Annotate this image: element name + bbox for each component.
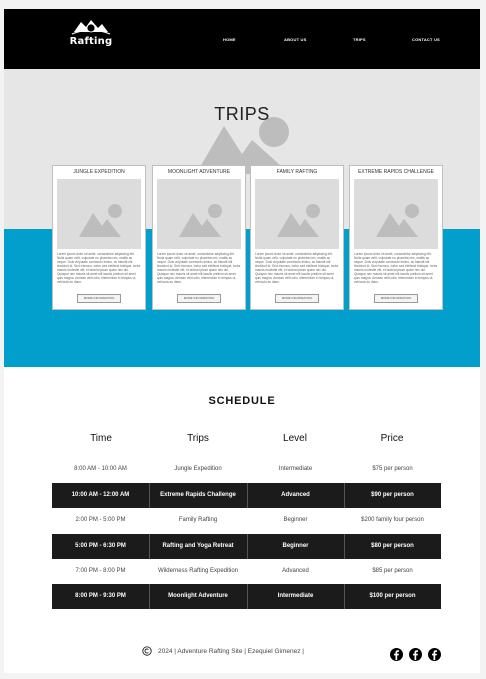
column-header-trips: Trips xyxy=(187,433,209,444)
image-placeholder-icon xyxy=(179,204,222,237)
column-header-time: Time xyxy=(90,433,112,444)
trip-card-description: Lorem ipsum dolor sit amet, consectetur … xyxy=(255,252,339,284)
logo-text: Rafting xyxy=(69,36,113,47)
footer-text: 2024 | Adventure Rafting Site | Ezequiel… xyxy=(158,648,304,655)
cell-level: Beginner xyxy=(282,543,309,549)
trip-card-description: Lorem ipsum dolor sit amet, consectetur … xyxy=(57,252,141,284)
nav-link-about-us[interactable]: ABOUT US xyxy=(284,37,307,42)
copyright-icon xyxy=(142,646,152,656)
image-placeholder-icon xyxy=(277,204,320,237)
trip-card: EXTREME RAPIDS CHALLENGE Lorem ipsum dol… xyxy=(349,165,443,310)
image-placeholder-icon xyxy=(376,204,419,237)
more-information-button[interactable]: MORE INFORMATION xyxy=(77,294,121,303)
cell-price: $200 family four person xyxy=(361,517,424,523)
trip-card-image xyxy=(255,179,339,249)
trip-card-description: Lorem ipsum dolor sit amet, consectetur … xyxy=(157,252,241,284)
cell-price: $80 per person xyxy=(371,543,414,549)
trip-card: MOONLIGHT ADVENTURE Lorem ipsum dolor si… xyxy=(152,165,246,310)
trip-card-title: EXTREME RAPIDS CHALLENGE xyxy=(358,169,434,175)
facebook-icon[interactable] xyxy=(390,648,403,661)
cell-price: $85 per person xyxy=(372,568,413,574)
navbar: Rafting HOME ABOUT US TRIPS CONTACT US xyxy=(4,9,480,69)
table-row: 2:00 PM - 5:00 PM Family Rafting Beginne… xyxy=(52,508,441,533)
cell-time: 5:00 PM - 6:30 PM xyxy=(75,543,126,549)
nav-link-home[interactable]: HOME xyxy=(223,37,236,42)
cell-level: Intermediate xyxy=(278,466,313,472)
nav-link-contact-us[interactable]: CONTACT US xyxy=(412,37,440,42)
facebook-icon[interactable] xyxy=(428,648,441,661)
cell-time: 10:00 AM - 12:00 AM xyxy=(71,492,130,498)
table-row: 10:00 AM - 12:00 AM Extreme Rapids Chall… xyxy=(52,483,441,508)
schedule-title: SCHEDULE xyxy=(208,395,276,407)
facebook-icon[interactable] xyxy=(409,648,422,661)
page: Rafting HOME ABOUT US TRIPS CONTACT US T… xyxy=(4,9,480,673)
trip-card-image xyxy=(157,179,241,249)
trip-card-image xyxy=(57,179,141,249)
nav-link-trips[interactable]: TRIPS xyxy=(353,37,366,42)
more-information-button[interactable]: MORE INFORMATION xyxy=(374,294,418,303)
cell-level: Beginner xyxy=(283,517,308,523)
cell-price: $100 per person xyxy=(369,593,416,599)
cell-trip: Jungle Expedition xyxy=(174,466,222,472)
column-header-price: Price xyxy=(380,433,404,444)
table-row: 8:00 PM - 9:30 PM Moonlight Adventure In… xyxy=(52,584,441,609)
logo[interactable]: Rafting xyxy=(68,16,114,58)
trip-card-description: Lorem ipsum dolor sit amet, consectetur … xyxy=(354,252,438,284)
cell-trip: Extreme Rapids Challenge xyxy=(160,492,236,498)
page-title: TRIPS xyxy=(214,104,270,124)
cell-trip: Rafting and Yoga Retreat xyxy=(162,543,234,549)
cell-time: 8:00 AM - 10:00 AM xyxy=(74,466,127,472)
column-header-level: Level xyxy=(283,433,307,444)
cell-time: 7:00 PM - 8:00 PM xyxy=(75,568,126,574)
cell-trip: Moonlight Adventure xyxy=(168,593,228,599)
more-information-button[interactable]: MORE INFORMATION xyxy=(275,294,319,303)
cell-price: $75 per person xyxy=(372,466,413,472)
cell-price: $90 per person xyxy=(371,492,414,498)
trip-card-title: JUNGLE EXPEDITION xyxy=(73,169,125,175)
image-placeholder-icon xyxy=(79,204,122,237)
cell-level: Intermediate xyxy=(277,593,314,599)
trip-card-title: FAMILY RAFTING xyxy=(276,169,318,175)
cell-trip: Wilderness Rafting Expedition xyxy=(157,568,239,574)
cell-time: 8:00 PM - 9:30 PM xyxy=(75,593,126,599)
table-row: 7:00 PM - 8:00 PM Wilderness Rafting Exp… xyxy=(52,559,441,584)
trip-card: JUNGLE EXPEDITION Lorem ipsum dolor sit … xyxy=(52,165,146,310)
trip-card-image xyxy=(354,179,438,249)
cell-time: 2:00 PM - 5:00 PM xyxy=(75,517,126,523)
more-information-button[interactable]: MORE INFORMATION xyxy=(177,294,221,303)
table-row: 5:00 PM - 6:30 PM Rafting and Yoga Retre… xyxy=(52,534,441,559)
cell-trip: Family Rafting xyxy=(178,517,218,523)
cell-level: Advanced xyxy=(282,568,309,574)
trip-card: FAMILY RAFTING Lorem ipsum dolor sit ame… xyxy=(250,165,344,310)
trip-card-title: MOONLIGHT ADVENTURE xyxy=(167,169,231,175)
cell-level: Advanced xyxy=(281,492,310,498)
table-row: 8:00 AM - 10:00 AM Jungle Expedition Int… xyxy=(52,457,441,482)
